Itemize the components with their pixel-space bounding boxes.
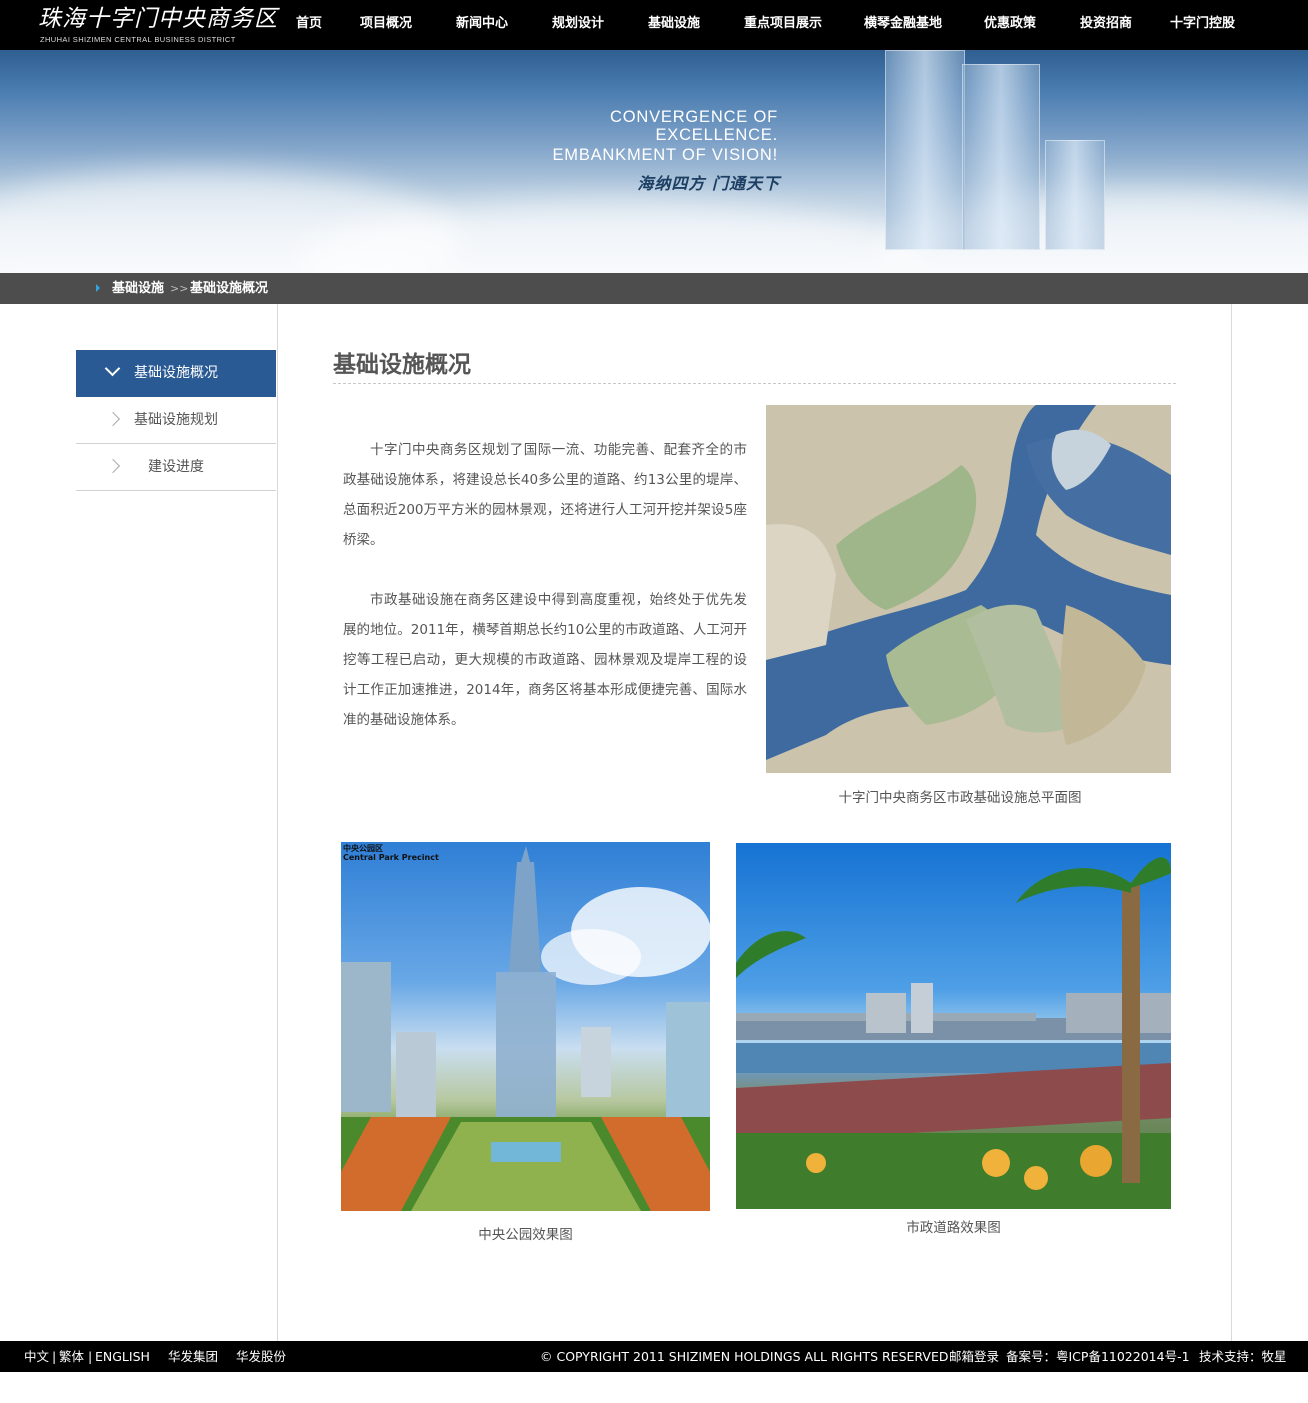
- nav-item-holdings[interactable]: 十字门控股: [1170, 0, 1235, 50]
- nav-item-policies[interactable]: 优惠政策: [984, 0, 1036, 50]
- intro-paragraph-2: 市政基础设施在商务区建设中得到高度重视，始终处于优先发展的地位。2011年，横琴…: [343, 592, 747, 728]
- central-park-rendering-image: 中央公园区 Central Park Precinct: [341, 842, 710, 1211]
- banner-slogan: 海纳四方 门通天下: [637, 174, 780, 193]
- banner-line-3: EMBANKMENT OF VISION!: [552, 146, 778, 164]
- hero-banner: CONVERGENCE OF EXCELLENCE. EMBANKMENT OF…: [0, 50, 1308, 273]
- banner-tower-center: [962, 64, 1040, 250]
- footer-divider: |: [52, 1349, 57, 1364]
- banner-line-2: EXCELLENCE.: [655, 126, 778, 144]
- banner-tower-left: [885, 50, 965, 250]
- sidebar-item-infrastructure-overview[interactable]: 基础设施概况: [76, 350, 276, 397]
- nav-item-infrastructure[interactable]: 基础设施: [648, 0, 700, 50]
- road-illustration: [736, 857, 1171, 1209]
- footer-link-huafa-group[interactable]: 华发集团: [168, 1341, 218, 1372]
- footer-lang-traditional[interactable]: 繁体: [59, 1341, 84, 1372]
- footer-copyright: © COPYRIGHT 2011 SHIZIMEN HOLDINGS ALL R…: [540, 1349, 949, 1364]
- page-title: 基础设施概况: [333, 352, 471, 378]
- nav-item-news[interactable]: 新闻中心: [456, 0, 508, 50]
- banner-line-1: CONVERGENCE OF: [610, 108, 778, 126]
- footer-lang-chinese[interactable]: 中文: [24, 1341, 49, 1372]
- footer-lang-english[interactable]: ENGLISH: [95, 1341, 150, 1372]
- breadcrumb-separator: >>: [170, 282, 189, 295]
- nav-item-home[interactable]: 首页: [296, 0, 322, 50]
- chevron-right-icon: [105, 411, 121, 427]
- footer: 中文 | 繁体 | ENGLISH 华发集团 华发股份 © COPYRIGHT …: [0, 1341, 1308, 1372]
- sidebar-item-infrastructure-planning[interactable]: 基础设施规划: [76, 397, 276, 444]
- title-divider: [333, 383, 1176, 384]
- chevron-right-icon: [105, 458, 121, 474]
- nav-item-project-overview[interactable]: 项目概况: [360, 0, 412, 50]
- nav-item-investment[interactable]: 投资招商: [1080, 0, 1132, 50]
- breadcrumb-current: 基础设施概况: [190, 281, 269, 296]
- logo-chinese-text: 珠海十字门中央商务区: [38, 6, 278, 32]
- footer-icp-number: 备案号：粤ICP备11022014号-1: [1006, 1349, 1190, 1364]
- nav-item-planning[interactable]: 规划设计: [552, 0, 604, 50]
- sidebar-item-label: 基础设施概况: [134, 365, 218, 381]
- park-illustration: [341, 846, 710, 1211]
- site-logo[interactable]: 珠海十字门中央商务区 ZHUHAI SHIZIMEN CENTRAL BUSIN…: [38, 6, 277, 46]
- map-illustration: [766, 405, 1171, 773]
- breadcrumb-section-link[interactable]: 基础设施: [112, 273, 164, 304]
- footer-tech-support: 技术支持：牧星: [1199, 1349, 1287, 1364]
- footer-mail-login[interactable]: 邮箱登录: [949, 1341, 999, 1372]
- park-label-en: Central Park Precinct: [343, 853, 439, 862]
- chevron-down-icon: [104, 360, 121, 377]
- breadcrumb: 基础设施 >> 基础设施概况: [0, 273, 1308, 304]
- park-caption: 中央公园效果图: [478, 1227, 573, 1243]
- banner-tower-right: [1045, 140, 1105, 250]
- sidebar-item-label: 建设进度: [148, 459, 204, 475]
- footer-divider: |: [88, 1349, 93, 1364]
- sidebar-item-construction-progress[interactable]: 建设进度: [76, 444, 276, 491]
- content-right-border: [1231, 304, 1232, 1341]
- top-navigation-bar: 珠海十字门中央商务区 ZHUHAI SHIZIMEN CENTRAL BUSIN…: [0, 0, 1308, 50]
- nav-item-key-projects[interactable]: 重点项目展示: [744, 0, 822, 50]
- breadcrumb-arrow-icon: [96, 284, 100, 292]
- sidebar-item-label: 基础设施规划: [134, 412, 218, 428]
- footer-link-huafa-shares[interactable]: 华发股份: [236, 1341, 286, 1372]
- logo-english-text: ZHUHAI SHIZIMEN CENTRAL BUSINESS DISTRIC…: [40, 35, 236, 44]
- road-caption: 市政道路效果图: [906, 1220, 1001, 1236]
- nav-item-finance-base[interactable]: 横琴金融基地: [864, 0, 942, 50]
- park-image-label: 中央公园区 Central Park Precinct: [343, 844, 439, 862]
- map-caption: 十字门中央商务区市政基础设施总平面图: [838, 790, 1082, 806]
- municipal-road-rendering-image: [736, 843, 1171, 1209]
- content-left-border: [277, 304, 278, 1341]
- intro-paragraph-1: 十字门中央商务区规划了国际一流、功能完善、配套齐全的市政基础设施体系，将建设总长…: [343, 442, 747, 548]
- park-label-cn: 中央公园区: [343, 844, 383, 853]
- infrastructure-master-plan-map-image: [766, 405, 1171, 773]
